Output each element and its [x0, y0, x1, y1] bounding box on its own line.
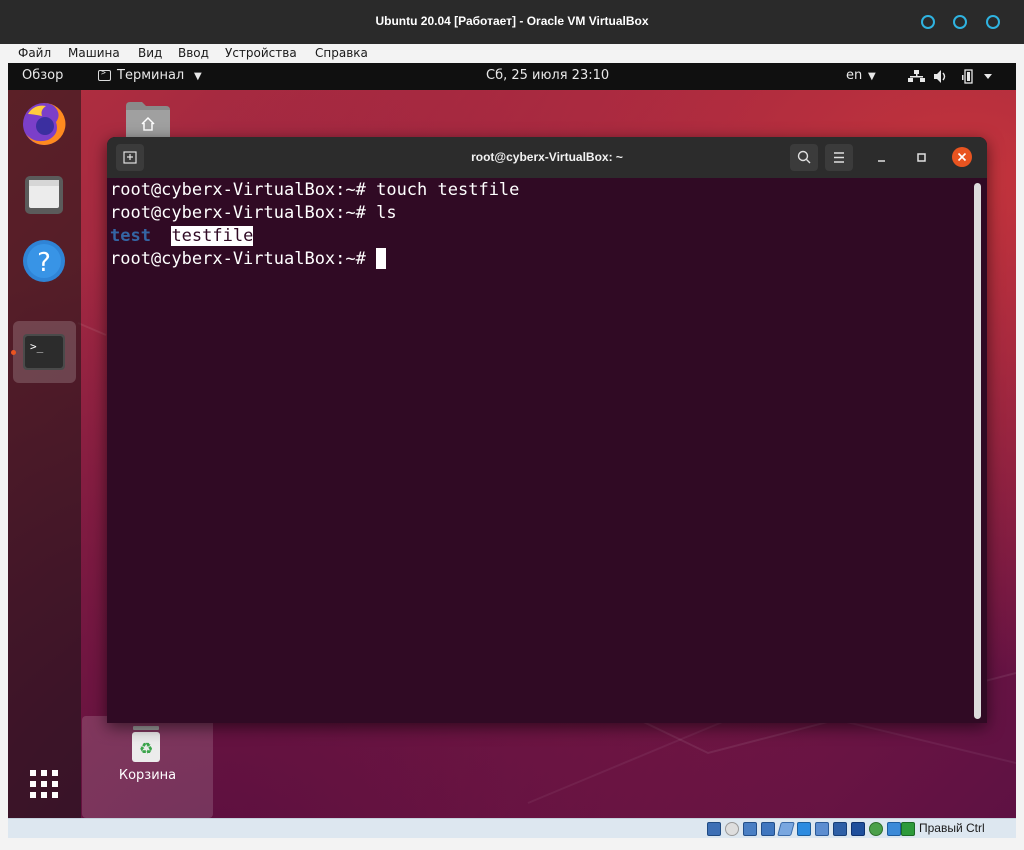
menu-input[interactable]: Ввод	[178, 46, 209, 60]
vbox-menubar: Файл Машина Вид Ввод Устройства Справка	[8, 44, 1016, 63]
ls-entry-file: testfile	[171, 226, 254, 246]
terminal-title: root@cyberx-VirtualBox: ~	[471, 150, 623, 164]
gnome-topbar: Обзор > Терминал ▼ Сб, 25 июля 23:10 en …	[8, 63, 1016, 90]
chevron-down-icon: ▼	[194, 71, 202, 82]
video-capture-icon[interactable]	[833, 822, 847, 836]
terminal-line: test testfile	[110, 225, 254, 247]
ls-entry-directory: test	[110, 226, 151, 246]
terminal-cursor	[376, 248, 387, 269]
network-icon	[908, 70, 925, 82]
trash-label: Корзина	[118, 768, 177, 783]
volume-icon	[934, 70, 946, 83]
app-menu-label: Терминал	[117, 68, 185, 83]
clock[interactable]: Сб, 25 июля 23:10	[486, 68, 609, 83]
running-indicator	[11, 350, 16, 355]
terminal-small-icon: >	[98, 68, 111, 81]
terminal-maximize-button[interactable]	[913, 149, 931, 167]
virtualization-icon[interactable]	[851, 822, 865, 836]
network-adapter-icon[interactable]	[761, 822, 775, 836]
vbox-window-title: Ubuntu 20.04 [Работает] - Oracle VM Virt…	[375, 14, 649, 28]
guest-screen: Обзор > Терминал ▼ Сб, 25 июля 23:10 en …	[8, 63, 1016, 818]
firefox-icon[interactable]	[20, 100, 68, 148]
chevron-down-icon	[984, 74, 992, 79]
activities-button[interactable]: Обзор	[22, 68, 63, 83]
terminal-minimize-button[interactable]	[873, 149, 891, 167]
terminal-scrollbar[interactable]	[974, 183, 981, 719]
hamburger-menu-button[interactable]	[825, 144, 853, 171]
menu-icon	[834, 152, 844, 163]
dock: ? >_	[8, 90, 81, 818]
terminal-prompt-line: root@cyberx-VirtualBox:~#	[110, 248, 387, 270]
minimize-button[interactable]	[921, 15, 935, 29]
host-key-label: Правый Ctrl	[919, 821, 985, 835]
terminal-headerbar[interactable]: root@cyberx-VirtualBox: ~	[107, 137, 987, 178]
terminal-prompt: root@cyberx-VirtualBox:~#	[110, 249, 377, 269]
vbox-titlebar: Ubuntu 20.04 [Работает] - Oracle VM Virt…	[0, 0, 1024, 44]
maximize-button[interactable]	[953, 15, 967, 29]
keyboard-layout-menu[interactable]: en ▼	[846, 67, 886, 87]
help-icon[interactable]: ?	[20, 237, 68, 285]
status-icons	[908, 69, 992, 84]
search-icon	[797, 150, 811, 164]
shared-folders-icon[interactable]	[797, 822, 811, 836]
terminal-output[interactable]: root@cyberx-VirtualBox:~# touch testfile…	[107, 178, 987, 723]
chevron-down-icon: ▼	[868, 71, 876, 82]
app-grid-icon[interactable]	[20, 760, 68, 808]
terminal-line: root@cyberx-VirtualBox:~# ls	[110, 203, 397, 223]
terminal-window[interactable]: root@cyberx-VirtualBox: ~ root@cyberx-Vi…	[107, 137, 987, 723]
vbox-frame-right	[1016, 44, 1024, 850]
terminal-line: root@cyberx-VirtualBox:~# touch testfile	[110, 180, 520, 200]
menu-view[interactable]: Вид	[138, 46, 162, 60]
mouse-integration-icon[interactable]	[887, 822, 901, 836]
optical-drive-icon[interactable]	[725, 822, 739, 836]
display-icon[interactable]	[815, 822, 829, 836]
guest-additions-icon[interactable]	[869, 822, 883, 836]
app-menu[interactable]: > Терминал ▼	[98, 67, 218, 87]
close-icon	[957, 152, 967, 162]
usb-icon[interactable]	[777, 822, 795, 836]
svg-text:♻: ♻	[139, 739, 153, 758]
vbox-statusbar: Правый Ctrl	[8, 818, 1016, 838]
menu-help[interactable]: Справка	[315, 46, 368, 60]
close-button[interactable]	[986, 15, 1000, 29]
audio-icon[interactable]	[743, 822, 757, 836]
terminal-icon[interactable]: >_	[20, 328, 68, 376]
system-menu[interactable]	[904, 67, 1004, 87]
menu-devices[interactable]: Устройства	[225, 46, 297, 60]
terminal-close-button[interactable]	[952, 147, 972, 167]
menu-file[interactable]: Файл	[18, 46, 51, 60]
trash-icon: ♻	[128, 724, 164, 764]
hard-disk-icon[interactable]	[707, 822, 721, 836]
search-button[interactable]	[790, 144, 818, 171]
home-folder-icon[interactable]	[124, 100, 172, 138]
keyboard-capture-icon[interactable]	[901, 822, 915, 836]
svg-text:>_: >_	[30, 340, 44, 353]
files-icon[interactable]	[20, 170, 68, 218]
svg-text:?: ?	[37, 248, 51, 278]
battery-icon	[962, 69, 973, 84]
trash-desktop-item[interactable]: ♻ Корзина	[82, 716, 213, 818]
vbox-frame-left	[0, 44, 8, 850]
menu-machine[interactable]: Машина	[68, 46, 120, 60]
keyboard-layout-label: en	[846, 68, 863, 83]
